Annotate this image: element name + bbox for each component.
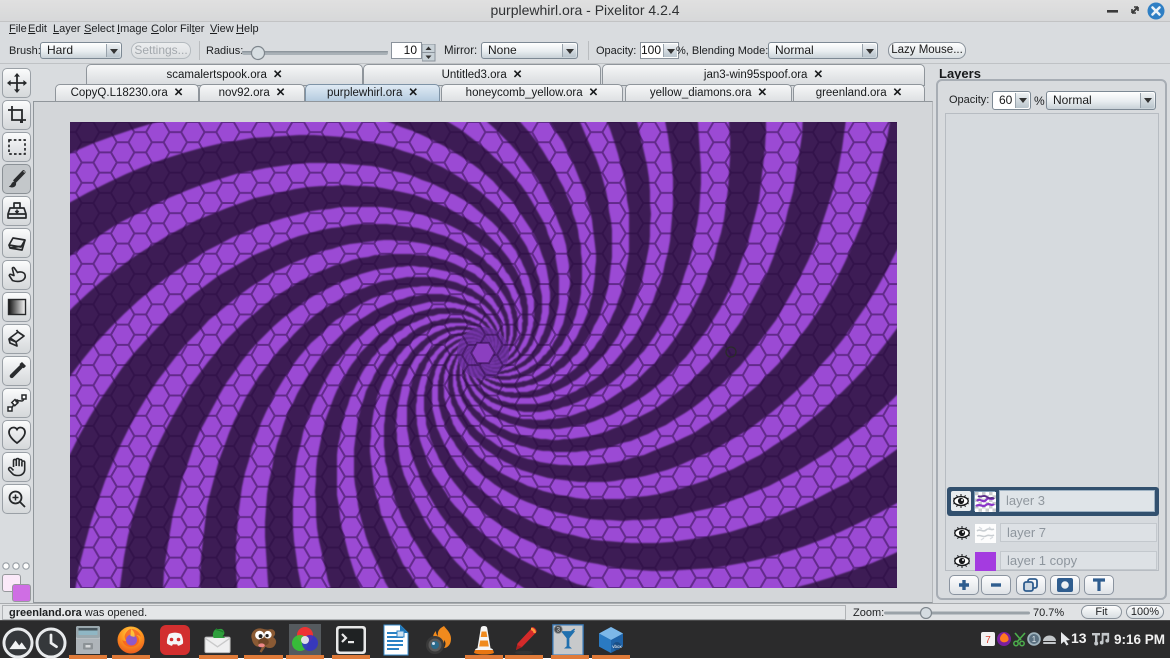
svg-text:1: 1 (1032, 635, 1037, 644)
svg-text:3: 3 (556, 626, 560, 633)
svg-text:vbox: vbox (612, 644, 622, 649)
svg-text:7: 7 (985, 635, 991, 646)
